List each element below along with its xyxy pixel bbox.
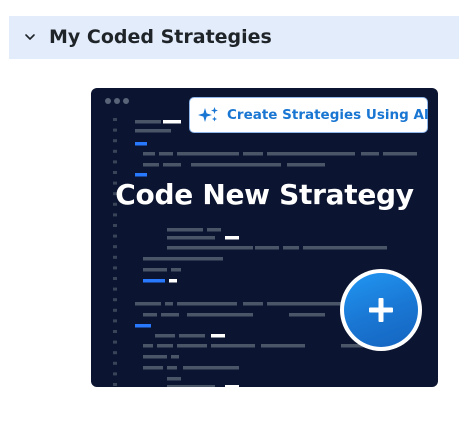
gutter-marker <box>113 255 117 259</box>
gutter-marker <box>113 128 117 132</box>
code-line-segment <box>143 279 165 283</box>
code-line-segment <box>225 385 239 387</box>
code-line-segment <box>143 257 223 261</box>
ai-button-label: Create Strategies Using AI <box>227 107 429 123</box>
add-button-circle <box>344 273 418 347</box>
code-line-segment <box>159 152 173 156</box>
code-line-segment <box>143 344 153 348</box>
gutter-marker <box>113 160 117 164</box>
code-line-segment <box>161 313 179 317</box>
code-line-segment <box>143 163 159 167</box>
code-line-segment <box>177 302 237 306</box>
gutter-marker <box>113 298 117 302</box>
code-line-segment <box>177 344 207 348</box>
gutter-marker <box>113 277 117 280</box>
code-line-segment <box>135 129 171 133</box>
code-line-segment <box>179 334 205 338</box>
plus-icon <box>369 298 393 322</box>
gutter-marker <box>113 149 117 153</box>
code-line-segment <box>163 163 181 167</box>
code-line-segment <box>143 355 167 359</box>
code-line-segment <box>167 377 181 381</box>
code-line-segment <box>187 313 253 317</box>
gutter-marker <box>113 118 117 121</box>
gutter-marker <box>113 266 117 270</box>
code-line-segment <box>303 246 387 250</box>
code-line-segment <box>165 302 173 306</box>
code-line-segment <box>135 120 161 124</box>
code-line-segment <box>243 302 263 306</box>
gutter-marker <box>113 234 117 238</box>
gutter-marker <box>113 340 117 344</box>
code-line-segment <box>289 313 325 317</box>
code-line-segment <box>135 302 161 306</box>
add-strategy-button[interactable] <box>340 269 422 351</box>
code-line-segment <box>287 163 325 167</box>
code-line-segment <box>283 246 299 250</box>
code-line-segment <box>225 236 239 240</box>
gutter-marker <box>113 383 117 386</box>
code-line-segment <box>191 163 281 167</box>
sparkles-icon <box>198 107 218 122</box>
code-line-segment <box>157 344 173 348</box>
gutter-marker <box>113 330 117 333</box>
code-line-segment <box>167 236 215 240</box>
code-line-segment <box>243 152 263 156</box>
code-line-segment <box>143 152 155 156</box>
code-line-segment <box>143 313 157 317</box>
code-line-segment <box>135 324 151 328</box>
gutter-marker <box>113 361 117 365</box>
gutter-marker <box>113 224 117 227</box>
code-line-segment <box>135 142 147 146</box>
create-strategies-using-ai-button[interactable]: Create Strategies Using AI <box>189 97 429 133</box>
code-line-segment <box>167 385 215 387</box>
code-line-segment <box>383 152 417 156</box>
code-line-segment <box>171 355 179 359</box>
gutter-marker <box>113 139 117 143</box>
code-line-segment <box>361 152 379 156</box>
code-line-segment <box>167 228 203 232</box>
gutter-marker <box>113 245 117 249</box>
code-line-segment <box>167 246 253 250</box>
gutter-marker <box>113 171 117 174</box>
code-line-segment <box>267 152 355 156</box>
section-title: My Coded Strategies <box>49 26 272 48</box>
chevron-down-icon[interactable] <box>23 30 37 44</box>
code-line-segment <box>261 344 305 348</box>
code-line-segment <box>163 120 181 124</box>
code-line-segment <box>143 366 163 370</box>
code-line-segment <box>183 366 239 370</box>
code-line-segment <box>155 334 175 338</box>
gutter-marker <box>113 319 117 323</box>
code-line-segment <box>207 228 221 232</box>
section-header-my-coded-strategies[interactable]: My Coded Strategies <box>9 16 459 59</box>
gutter-marker <box>113 351 117 355</box>
gutter-marker <box>113 308 117 312</box>
code-line-segment <box>255 246 279 250</box>
gutter-marker <box>113 372 117 376</box>
code-new-strategy-card[interactable]: Create Strategies Using AI Code New Stra… <box>91 88 438 387</box>
code-line-segment <box>211 334 225 338</box>
code-line-segment <box>211 344 255 348</box>
code-line-segment <box>167 366 177 370</box>
code-line-segment <box>171 268 181 272</box>
code-line-segment <box>169 279 177 283</box>
gutter-marker <box>113 287 117 291</box>
card-title: Code New Strategy <box>115 178 414 211</box>
code-line-segment <box>177 152 239 156</box>
code-line-segment <box>143 268 167 272</box>
